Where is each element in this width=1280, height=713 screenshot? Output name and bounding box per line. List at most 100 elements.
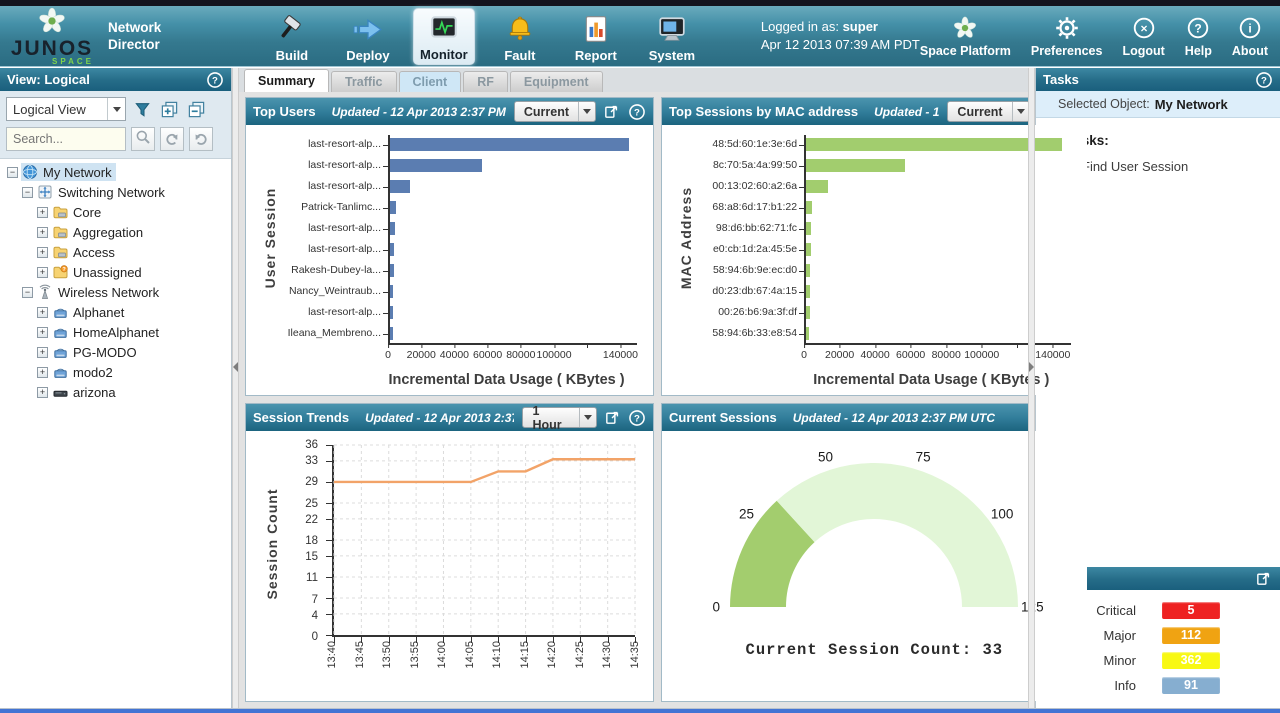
top-users-range-select[interactable]: Current [514,101,596,122]
tab-traffic[interactable]: Traffic [331,71,397,92]
nav-fault[interactable]: Fault [489,10,551,65]
tab-equipment[interactable]: Equipment [510,71,603,92]
alarm-count-badge[interactable]: 362 [1162,652,1220,669]
tree-item-modo2[interactable]: +modo2 [0,362,231,382]
tree-item-aggregation[interactable]: +Aggregation [0,222,231,242]
monitor-tab-bar: SummaryTrafficClientRFEquipment [239,68,1028,92]
x-tick-label: 80000 [506,349,535,361]
chevron-down-icon[interactable] [579,408,595,427]
utility-help[interactable]: ?Help [1185,15,1212,58]
x-tick-label: 60000 [473,349,502,361]
gauge-caption: Current Session Count: 33 [662,641,1087,659]
collapse-all-icon[interactable] [185,98,207,120]
tree-item-unassigned[interactable]: +?Unassigned [0,262,231,282]
expand-node-icon[interactable]: + [37,327,48,338]
view-type-select[interactable]: Logical View [6,97,126,121]
tab-client[interactable]: Client [399,71,462,92]
export-icon[interactable] [604,409,621,427]
expand-node-icon[interactable]: + [37,387,48,398]
x-axis-title: Incremental Data Usage ( KBytes ) [376,372,637,388]
gauge-tick-label: 25 [739,507,754,522]
chevron-down-icon[interactable] [107,98,125,120]
folder-device-icon [52,224,69,240]
expand-node-icon[interactable]: + [37,227,48,238]
redo-button[interactable] [189,127,213,151]
bar-category-label: 68:a8:6d:17:b1:22 [672,201,797,214]
undo-button[interactable] [160,127,184,151]
bar-row: Ileana_Membreno... [390,327,637,340]
x-tick-label: 100000 [537,349,572,361]
alarm-count-badge[interactable]: 112 [1162,627,1220,644]
tree-item-core[interactable]: +Core [0,202,231,222]
left-collapse-handle[interactable] [232,68,239,708]
help-icon[interactable]: ? [206,71,224,89]
tree-item-alphanet[interactable]: +Alphanet [0,302,231,322]
tree-item-pg-modo[interactable]: +PG-MODO [0,342,231,362]
search-input[interactable] [6,127,126,151]
globe-icon [22,164,39,180]
bar [390,138,629,151]
bar-category-label: 8c:70:5a:4a:99:50 [672,159,797,172]
brand-block: JUNOS SPACE Network Director [0,6,219,66]
expand-node-icon[interactable]: + [37,247,48,258]
bar-row: last-resort-alp... [390,159,637,172]
expand-node-icon[interactable]: + [37,367,48,378]
tree-item-switching-network[interactable]: −Switching Network [0,182,231,202]
help-icon[interactable]: ? [628,409,646,427]
panel-updated: Updated - 12 Apr 2013 2:37 PM UTC [793,411,995,425]
collapse-node-icon[interactable]: − [7,167,18,178]
bar-category-label: 00:26:b6:9a:3f:df [672,306,797,319]
tab-rf[interactable]: RF [463,71,508,92]
collapse-node-icon[interactable]: − [22,287,33,298]
filter-funnel-icon[interactable] [131,98,153,120]
login-info: Logged in as: super Apr 12 2013 07:39 AM… [761,18,920,54]
help-icon[interactable]: ? [628,103,646,121]
nav-monitor[interactable]: Monitor [413,8,475,65]
tree-item-arizona[interactable]: +arizona [0,382,231,402]
nav-report[interactable]: Report [565,10,627,65]
tab-summary[interactable]: Summary [244,69,329,92]
top-sessions-range-select[interactable]: Current [947,101,1029,122]
y-tick-mark [326,598,332,599]
search-button[interactable] [131,127,155,151]
tree-item-content: Aggregation [51,223,147,241]
alarm-count-badge[interactable]: 91 [1162,677,1220,694]
chevron-down-icon[interactable] [578,102,595,121]
export-icon[interactable] [603,103,621,121]
expand-all-icon[interactable] [158,98,180,120]
help-icon[interactable]: ? [1255,71,1273,89]
bar-category-label: Patrick-Tanlimc... [256,201,381,214]
utility-logout[interactable]: ×Logout [1122,15,1164,58]
tree-item-my-network[interactable]: −My Network [0,162,231,182]
utility-space-platform[interactable]: Space Platform [920,15,1011,58]
x-tick-label: 13:45 [354,641,366,681]
session-trends-range-select[interactable]: 1 Hour [522,407,596,428]
expand-node-icon[interactable]: + [37,307,48,318]
alarm-count-badge[interactable]: 5 [1162,602,1220,619]
utility-preferences[interactable]: Preferences [1031,15,1103,58]
tree-item-homealphanet[interactable]: +HomeAlphanet [0,322,231,342]
collapse-node-icon[interactable]: − [22,187,33,198]
y-tick-label: 0 [312,631,318,643]
chevron-down-icon[interactable] [1012,102,1029,121]
bar [390,264,394,277]
tree-item-access[interactable]: +Access [0,242,231,262]
tree-item-wireless-network[interactable]: −Wireless Network [0,282,231,302]
x-tick-label: 0 [385,349,391,361]
selected-object-value: My Network [1155,97,1228,112]
utility-about[interactable]: iAbout [1232,15,1268,58]
expand-node-icon[interactable]: + [37,207,48,218]
nav-build[interactable]: Build [261,10,323,65]
svg-text:×: × [1140,21,1147,35]
gauge-tick-label: 50 [818,449,833,464]
utility-label: Help [1185,44,1212,58]
controller-icon [52,324,69,340]
right-collapse-handle[interactable] [1028,68,1035,708]
nav-deploy[interactable]: Deploy [337,10,399,65]
bar-category-label: Ileana_Membreno... [256,327,381,340]
expand-node-icon[interactable]: + [37,267,48,278]
expand-node-icon[interactable]: + [37,347,48,358]
export-icon[interactable] [1255,570,1273,588]
bar-rows: last-resort-alp...last-resort-alp...last… [388,135,637,345]
nav-system[interactable]: System [641,10,703,65]
